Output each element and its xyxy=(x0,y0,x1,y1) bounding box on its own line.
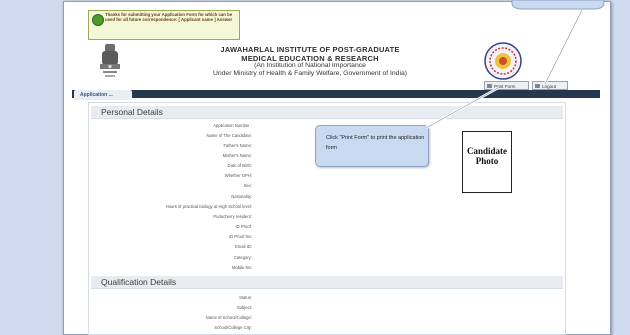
field-practical-biology-hours: Hours of practical biology at High Schoo… xyxy=(165,204,252,209)
institute-subtitle: (An Institution of National Importance U… xyxy=(160,62,460,78)
qualification-details-header: Qualification Details xyxy=(91,276,563,289)
logout-label: Logout xyxy=(542,84,557,89)
success-message-text: Thanks for submitting your Application F… xyxy=(105,12,233,22)
field-school-college-city: School/College City: xyxy=(214,325,252,330)
field-status: Status: xyxy=(238,295,252,300)
tab-application[interactable]: Application ... xyxy=(74,90,132,100)
field-application-number: Application Number : xyxy=(213,123,252,128)
institute-title: JAWAHARLAL INSTITUTE OF POST-GRADUATE ME… xyxy=(160,45,460,63)
institute-logo-icon xyxy=(484,42,522,80)
field-school-college-name: Name of School/College: xyxy=(205,315,252,320)
institute-subtitle-line1: (An Institution of National Importance xyxy=(254,62,366,69)
field-subject: Subject: xyxy=(236,305,252,310)
field-id-proof: ID Proof: xyxy=(235,224,252,229)
field-father-name: Father's Name: xyxy=(223,143,253,148)
field-puducherry-resident: Puducherry resident: xyxy=(213,214,252,219)
personal-details-header: Personal Details xyxy=(91,106,563,119)
printer-icon xyxy=(487,84,492,88)
institute-title-line1: JAWAHARLAL INSTITUTE OF POST-GRADUATE xyxy=(220,45,400,54)
field-nationality: Nationality: xyxy=(231,194,252,199)
candidate-photo: Candidate Photo xyxy=(462,131,512,193)
field-candidate-name: Name of The Candidate: xyxy=(206,133,252,138)
field-mobile-no: Mobile No: xyxy=(231,265,252,270)
field-date-of-birth: Date of Birth: xyxy=(227,163,252,168)
logout-icon xyxy=(535,84,540,88)
field-mother-name: Mother's Name: xyxy=(222,153,252,158)
success-message-box: Thanks for submitting your Application F… xyxy=(88,10,240,40)
candidate-photo-line2: Photo xyxy=(475,156,499,166)
institute-subtitle-line2: Under Ministry of Health & Family Welfar… xyxy=(212,70,408,77)
field-email-id: Email ID: xyxy=(235,244,252,249)
field-whether-oph: Whether OPH: xyxy=(224,173,252,178)
national-emblem-icon xyxy=(100,44,120,77)
print-form-label: Print Form xyxy=(494,84,516,89)
logout-button[interactable]: Logout xyxy=(532,81,568,90)
field-category: Category: xyxy=(233,255,252,260)
print-form-button[interactable]: Print Form xyxy=(484,81,529,90)
field-sex: Sex: xyxy=(243,183,252,188)
print-form-callout-text: Click "Print Form" to print the applicat… xyxy=(326,135,425,151)
field-id-proof-no: ID Proof No: xyxy=(228,234,252,239)
success-icon xyxy=(92,14,104,26)
navigation-bar xyxy=(72,90,600,98)
print-form-callout: Click "Print Form" to print the applicat… xyxy=(315,125,429,167)
candidate-photo-line1: Candidate xyxy=(466,146,507,156)
